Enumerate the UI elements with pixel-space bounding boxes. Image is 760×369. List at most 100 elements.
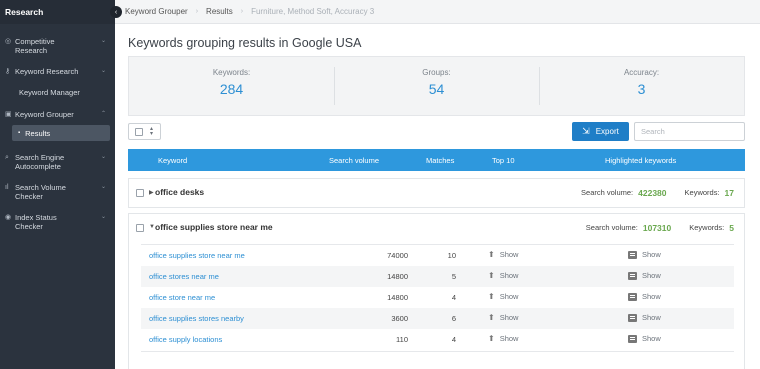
chevron-down-icon: ⌄ (100, 184, 106, 190)
keyword-volume: 74000 (387, 251, 408, 260)
sidebar-item-keyword-grouper[interactable]: ▣ Keyword Grouper ⌃ (0, 110, 115, 119)
show-label: Show (642, 250, 661, 259)
top10-show-button[interactable]: ⬆ Show (488, 250, 518, 259)
show-label: Show (642, 313, 661, 322)
sidebar-item-label: Keyword Manager (19, 88, 80, 97)
keyword-group: ▶ office desks Search volume: 422380 Key… (128, 178, 745, 208)
sidebar-item-label: Keyword Grouper (15, 110, 74, 119)
highlighted-show-button[interactable]: Show (628, 250, 661, 259)
export-button[interactable]: ⇲ Export (572, 122, 629, 141)
bullet-icon: ▪ (18, 130, 21, 136)
divider (141, 351, 734, 352)
table-row: office store near me 14800 4 ⬆ Show Show (141, 287, 734, 308)
sidebar-item-search-engine-autocomplete[interactable]: ⌕ Search Engine Autocomplete ⌄ (0, 153, 115, 171)
top10-show-button[interactable]: ⬆ Show (488, 292, 518, 301)
sidebar-item-index-status-checker[interactable]: ◉ Index Status Checker ⌄ (0, 213, 115, 231)
export-icon: ⇲ (582, 126, 590, 136)
group-header[interactable]: ▶ office desks Search volume: 422380 Key… (129, 179, 744, 207)
stat-value: 284 (219, 81, 244, 97)
upload-icon: ⬆ (488, 250, 495, 259)
header-top10: Top 10 (492, 156, 515, 165)
breadcrumb-results[interactable]: Results (206, 7, 233, 16)
sidebar-item-search-volume-checker[interactable]: ıl Search Volume Checker ⌄ (0, 183, 115, 201)
select-all-checkbox[interactable] (135, 127, 143, 136)
expand-icon[interactable]: ▶ (149, 189, 154, 196)
sidebar-item-competitive-research[interactable]: ◎ Competitive Research ⌄ (0, 37, 115, 55)
highlighted-show-button[interactable]: Show (628, 313, 661, 322)
group-keywords-label: Keywords: (684, 188, 720, 197)
show-label: Show (499, 250, 519, 259)
sidebar-item-label: Competitive (15, 37, 55, 46)
upload-icon: ⬆ (488, 271, 495, 280)
sidebar-item-keyword-manager[interactable]: Keyword Manager (0, 88, 115, 97)
upload-icon: ⬆ (488, 313, 495, 322)
select-all-dropdown[interactable]: ▴ ▾ (128, 123, 161, 140)
group-keywords-count: 5 (729, 223, 734, 233)
stat-keywords: Keywords: 284 (129, 57, 334, 115)
header-matches[interactable]: Matches (426, 156, 454, 165)
group-meta: Search volume: 107310 Keywords: 5 (586, 223, 734, 233)
sidebar-subitem-label: Results (25, 128, 51, 138)
group-volume: 422380 (638, 188, 667, 198)
keyword-link[interactable]: office supplies store near me (149, 251, 245, 260)
table-header: Keyword Search volume Matches Top 10 Hig… (128, 149, 745, 171)
top10-show-button[interactable]: ⬆ Show (488, 271, 518, 280)
sidebar-title: Research (0, 0, 115, 24)
show-label: Show (642, 334, 661, 343)
list-icon (628, 292, 637, 301)
sidebar: Research ◎ Competitive Research ⌄ ⚷ Keywo… (0, 0, 115, 369)
list-icon (628, 271, 637, 280)
group-header[interactable]: ▼ office supplies store near me Search v… (129, 214, 744, 242)
sidebar-item-label: Research (15, 46, 48, 55)
keyword-link[interactable]: office store near me (149, 293, 215, 302)
search-input[interactable] (634, 122, 745, 141)
sidebar-item-label: Checker (15, 192, 43, 201)
chevron-down-icon: ⌄ (100, 38, 106, 44)
stat-value: 54 (428, 81, 445, 97)
list-icon (628, 334, 637, 343)
group-checkbox[interactable] (136, 189, 144, 197)
sidebar-subitem-results[interactable]: ▪ Results (12, 125, 110, 141)
keyword-link[interactable]: office stores near me (149, 272, 219, 281)
list-icon (628, 313, 637, 322)
keyword-volume: 110 (396, 335, 408, 344)
group-keywords-count: 17 (724, 188, 734, 198)
keyword-matches: 4 (451, 335, 456, 344)
header-keyword[interactable]: Keyword (158, 156, 187, 165)
chevron-right-icon: › (195, 8, 199, 15)
stat-label: Accuracy: (623, 68, 660, 77)
keyword-volume: 3600 (391, 314, 408, 323)
keyword-link[interactable]: office supplies stores nearby (149, 314, 244, 323)
stat-label: Groups: (422, 68, 451, 77)
stat-value: 3 (637, 81, 646, 97)
keyword-matches: 5 (451, 272, 456, 281)
breadcrumb-current: Furniture, Method Soft, Accuracy 3 (251, 7, 375, 16)
show-label: Show (499, 334, 519, 343)
keyword-matches: 4 (451, 293, 456, 302)
sidebar-item-label: Search Engine (15, 153, 65, 162)
keyword-volume: 14800 (387, 272, 408, 281)
chevron-down-icon: ⌄ (100, 68, 106, 74)
keyword-matches: 10 (447, 251, 456, 260)
group-name: office supplies store near me (155, 222, 273, 232)
collapse-sidebar-button[interactable]: ‹ (110, 6, 122, 18)
highlighted-show-button[interactable]: Show (628, 334, 661, 343)
breadcrumb: ‹ Keyword Grouper › Results › Furniture,… (110, 0, 760, 24)
highlighted-show-button[interactable]: Show (628, 292, 661, 301)
group-checkbox[interactable] (136, 224, 144, 232)
keyword-link[interactable]: office supply locations (149, 335, 222, 344)
group-name: office desks (155, 187, 205, 197)
top10-show-button[interactable]: ⬆ Show (488, 334, 518, 343)
header-highlighted-keywords: Highlighted keywords (605, 156, 677, 165)
chevron-down-icon: ⌄ (100, 154, 106, 160)
keyword-group: ▼ office supplies store near me Search v… (128, 213, 745, 369)
index-icon: ◉ (5, 214, 12, 221)
show-label: Show (642, 271, 661, 280)
sort-arrows-icon: ▴ ▾ (150, 125, 154, 137)
sidebar-item-keyword-research[interactable]: ⚷ Keyword Research ⌄ (0, 67, 115, 76)
header-search-volume[interactable]: Search volume (329, 156, 379, 165)
top10-show-button[interactable]: ⬆ Show (488, 313, 518, 322)
breadcrumb-keyword-grouper[interactable]: Keyword Grouper (125, 7, 188, 16)
keyword-volume: 14800 (387, 293, 408, 302)
highlighted-show-button[interactable]: Show (628, 271, 661, 280)
